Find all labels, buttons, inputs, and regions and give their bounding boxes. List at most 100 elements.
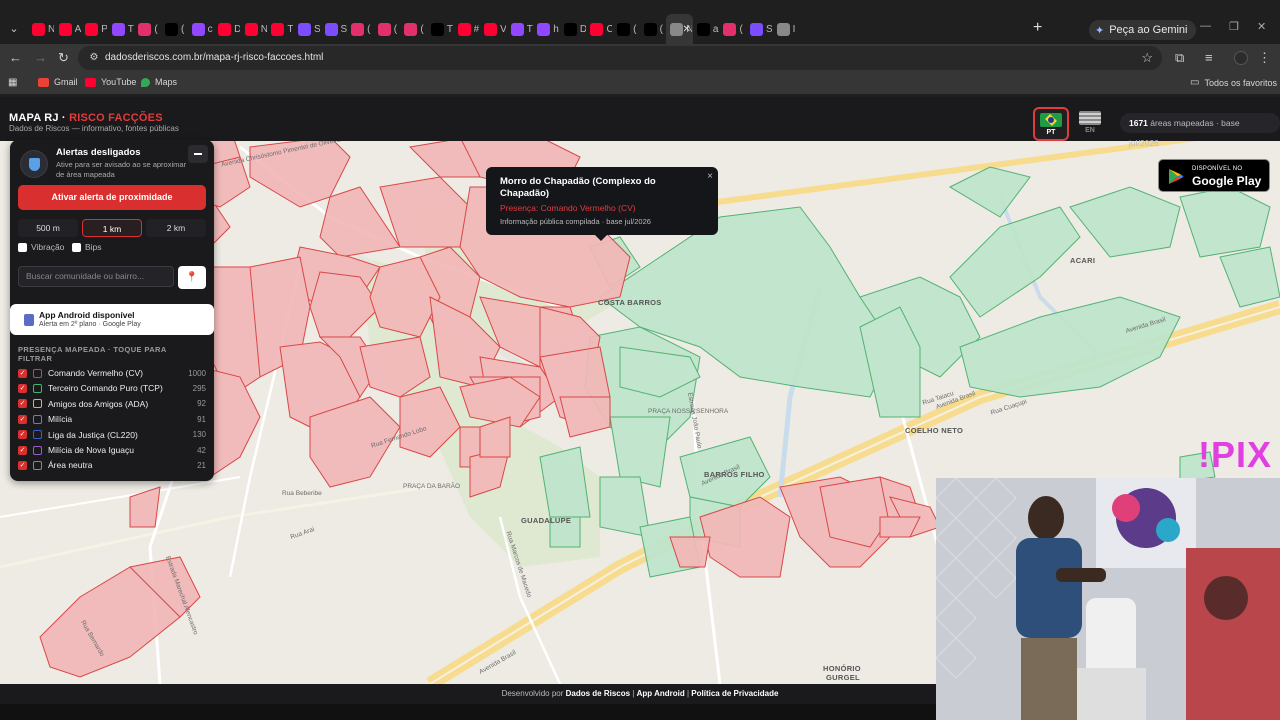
browser-tab[interactable]: a bbox=[693, 14, 720, 44]
browser-tab[interactable]: N bbox=[241, 14, 268, 44]
google-play-badge[interactable]: DISPONÍVEL NO Google Play bbox=[1158, 159, 1270, 192]
brand-subtitle: Dados de Riscos — informativo, fontes pú… bbox=[9, 124, 179, 133]
browser-tab[interactable]: C bbox=[586, 14, 613, 44]
browser-tab[interactable]: V bbox=[480, 14, 507, 44]
menu-icon[interactable]: ⋮ bbox=[1258, 50, 1271, 66]
lang-en-button[interactable]: EN bbox=[1072, 107, 1108, 141]
location-pin-button[interactable]: 📍 bbox=[178, 266, 206, 289]
extensions-icon[interactable]: ⧉ bbox=[1175, 50, 1184, 66]
tab-favicon-icon bbox=[351, 22, 365, 36]
site-info-icon[interactable]: ⚙ bbox=[87, 51, 101, 65]
faction-name: Milícia de Nova Iguaçu bbox=[48, 445, 134, 455]
label-praca-barao: PRAÇA DA BARÃO bbox=[403, 483, 461, 490]
browser-tab[interactable]: N bbox=[28, 14, 55, 44]
forward-icon[interactable]: → bbox=[34, 50, 47, 66]
bips-box[interactable] bbox=[72, 242, 81, 252]
browser-tab[interactable]: S bbox=[321, 14, 348, 44]
faction-checkbox[interactable]: ✓ bbox=[18, 460, 27, 470]
faction-checkbox[interactable]: ✓ bbox=[18, 368, 27, 378]
footer-dev-link[interactable]: Dados de Riscos bbox=[566, 689, 630, 698]
tab-label: A bbox=[74, 23, 81, 35]
us-flag-icon bbox=[1079, 111, 1101, 125]
lang-en-label: EN bbox=[1085, 127, 1095, 134]
faction-filter-row[interactable]: ✓ Milícia 91 bbox=[18, 412, 206, 426]
browser-tab[interactable]: D bbox=[560, 14, 587, 44]
profile-avatar[interactable] bbox=[1234, 51, 1248, 65]
faction-checkbox[interactable]: ✓ bbox=[18, 399, 27, 409]
search-input[interactable]: Buscar comunidade ou bairro... bbox=[18, 266, 174, 287]
faction-checkbox[interactable]: ✓ bbox=[18, 445, 27, 455]
browser-tab[interactable]: ( bbox=[640, 14, 667, 44]
faction-checkbox[interactable]: ✓ bbox=[18, 430, 27, 440]
browser-tab[interactable]: T bbox=[108, 14, 135, 44]
faction-filter-row[interactable]: ✓ Comando Vermelho (CV) 1000 bbox=[18, 366, 206, 380]
faction-checkbox[interactable]: ✓ bbox=[18, 383, 27, 393]
lang-pt-label: PT bbox=[1046, 129, 1056, 136]
radius-500m-button[interactable]: 500 m bbox=[18, 219, 78, 237]
all-bookmarks[interactable]: ▭ Todos os favoritos bbox=[1190, 77, 1277, 88]
gemini-button[interactable]: ✦ Peça ao Gemini bbox=[1089, 20, 1197, 40]
bookmark-maps[interactable]: Maps bbox=[141, 77, 177, 87]
radius-1km-button[interactable]: 1 km bbox=[82, 219, 142, 237]
reload-icon[interactable]: ↻ bbox=[58, 50, 69, 66]
browser-tab[interactable]: D bbox=[214, 14, 241, 44]
browser-tab[interactable]: T bbox=[507, 14, 534, 44]
popup-close-icon[interactable]: × bbox=[707, 171, 713, 182]
browser-tab[interactable]: c bbox=[188, 14, 215, 44]
faction-filter-row[interactable]: ✓ Terceiro Comando Puro (TCP) 295 bbox=[18, 381, 206, 395]
vibracao-checkbox[interactable]: Vibração bbox=[18, 242, 64, 252]
android-app-card[interactable]: App Android disponível Alerta em 2º plan… bbox=[10, 304, 214, 335]
faction-filter-row[interactable]: ✓ Área neutra 21 bbox=[18, 458, 206, 472]
browser-tab[interactable]: A bbox=[55, 14, 82, 44]
browser-tab[interactable]: h bbox=[533, 14, 560, 44]
activate-alert-button[interactable]: Ativar alerta de proximidade bbox=[18, 185, 206, 210]
faction-checkbox[interactable]: ✓ bbox=[18, 414, 27, 424]
radius-2km-button[interactable]: 2 km bbox=[146, 219, 206, 237]
tab-search-icon[interactable]: ⌄ bbox=[6, 21, 22, 37]
url-text: dadosderiscos.com.br/mapa-rj-risco-facco… bbox=[105, 52, 324, 63]
faction-color-swatch bbox=[33, 399, 42, 409]
address-bar[interactable]: ⚙ dadosderiscos.com.br/mapa-rj-risco-fac… bbox=[78, 46, 1162, 70]
faction-filter-row[interactable]: ✓ Milícia de Nova Iguaçu 42 bbox=[18, 443, 206, 457]
browser-tab[interactable]: I bbox=[773, 14, 800, 44]
close-window-icon[interactable]: ✕ bbox=[1257, 20, 1266, 33]
media-icon[interactable]: ≡ bbox=[1205, 50, 1213, 66]
lang-pt-button[interactable]: PT bbox=[1033, 107, 1069, 141]
browser-tab[interactable]: ( bbox=[134, 14, 161, 44]
browser-tab[interactable]: S bbox=[746, 14, 773, 44]
bookmark-star-icon[interactable]: ☆ bbox=[1141, 50, 1153, 66]
webcam-overlay bbox=[936, 478, 1280, 720]
maximize-icon[interactable]: ❐ bbox=[1229, 20, 1239, 33]
new-tab-button[interactable]: + bbox=[1033, 20, 1042, 36]
alerts-subtitle: Ative para ser avisado ao se aproximar d… bbox=[56, 160, 187, 179]
faction-filter-row[interactable]: ✓ Liga da Justiça (CL220) 130 bbox=[18, 428, 206, 442]
browser-tab[interactable]: N ✕ bbox=[666, 14, 693, 44]
browser-tab[interactable]: ( bbox=[400, 14, 427, 44]
browser-tab[interactable]: # bbox=[454, 14, 481, 44]
browser-tab[interactable]: S bbox=[294, 14, 321, 44]
collapse-button[interactable] bbox=[188, 145, 208, 163]
faction-count: 295 bbox=[192, 383, 206, 393]
browser-tab[interactable]: T bbox=[267, 14, 294, 44]
browser-tab[interactable]: T bbox=[427, 14, 454, 44]
vibracao-box[interactable] bbox=[18, 242, 27, 252]
tab-label: T bbox=[287, 23, 294, 35]
back-icon[interactable]: ← bbox=[9, 50, 22, 66]
apps-icon[interactable]: ▦ bbox=[8, 77, 17, 88]
bookmark-youtube[interactable]: YouTube bbox=[85, 77, 136, 87]
browser-tab[interactable]: ( bbox=[347, 14, 374, 44]
bookmark-gmail[interactable]: Gmail bbox=[38, 77, 78, 87]
browser-tab[interactable]: ( bbox=[613, 14, 640, 44]
tab-close-icon[interactable]: ✕ bbox=[682, 24, 690, 35]
android-app-icon bbox=[24, 314, 34, 326]
faction-filter-row[interactable]: ✓ Amigos dos Amigos (ADA) 92 bbox=[18, 397, 206, 411]
footer-privacy-link[interactable]: Política de Privacidade bbox=[691, 689, 778, 698]
browser-tab[interactable]: ( bbox=[161, 14, 188, 44]
browser-tab[interactable]: ( bbox=[719, 14, 746, 44]
browser-tab[interactable]: P bbox=[81, 14, 108, 44]
tab-favicon-icon bbox=[563, 22, 577, 36]
minimize-icon[interactable]: — bbox=[1200, 20, 1211, 32]
footer-app-link[interactable]: App Android bbox=[637, 689, 685, 698]
bips-checkbox[interactable]: Bips bbox=[72, 242, 102, 252]
browser-tab[interactable]: ( bbox=[374, 14, 401, 44]
